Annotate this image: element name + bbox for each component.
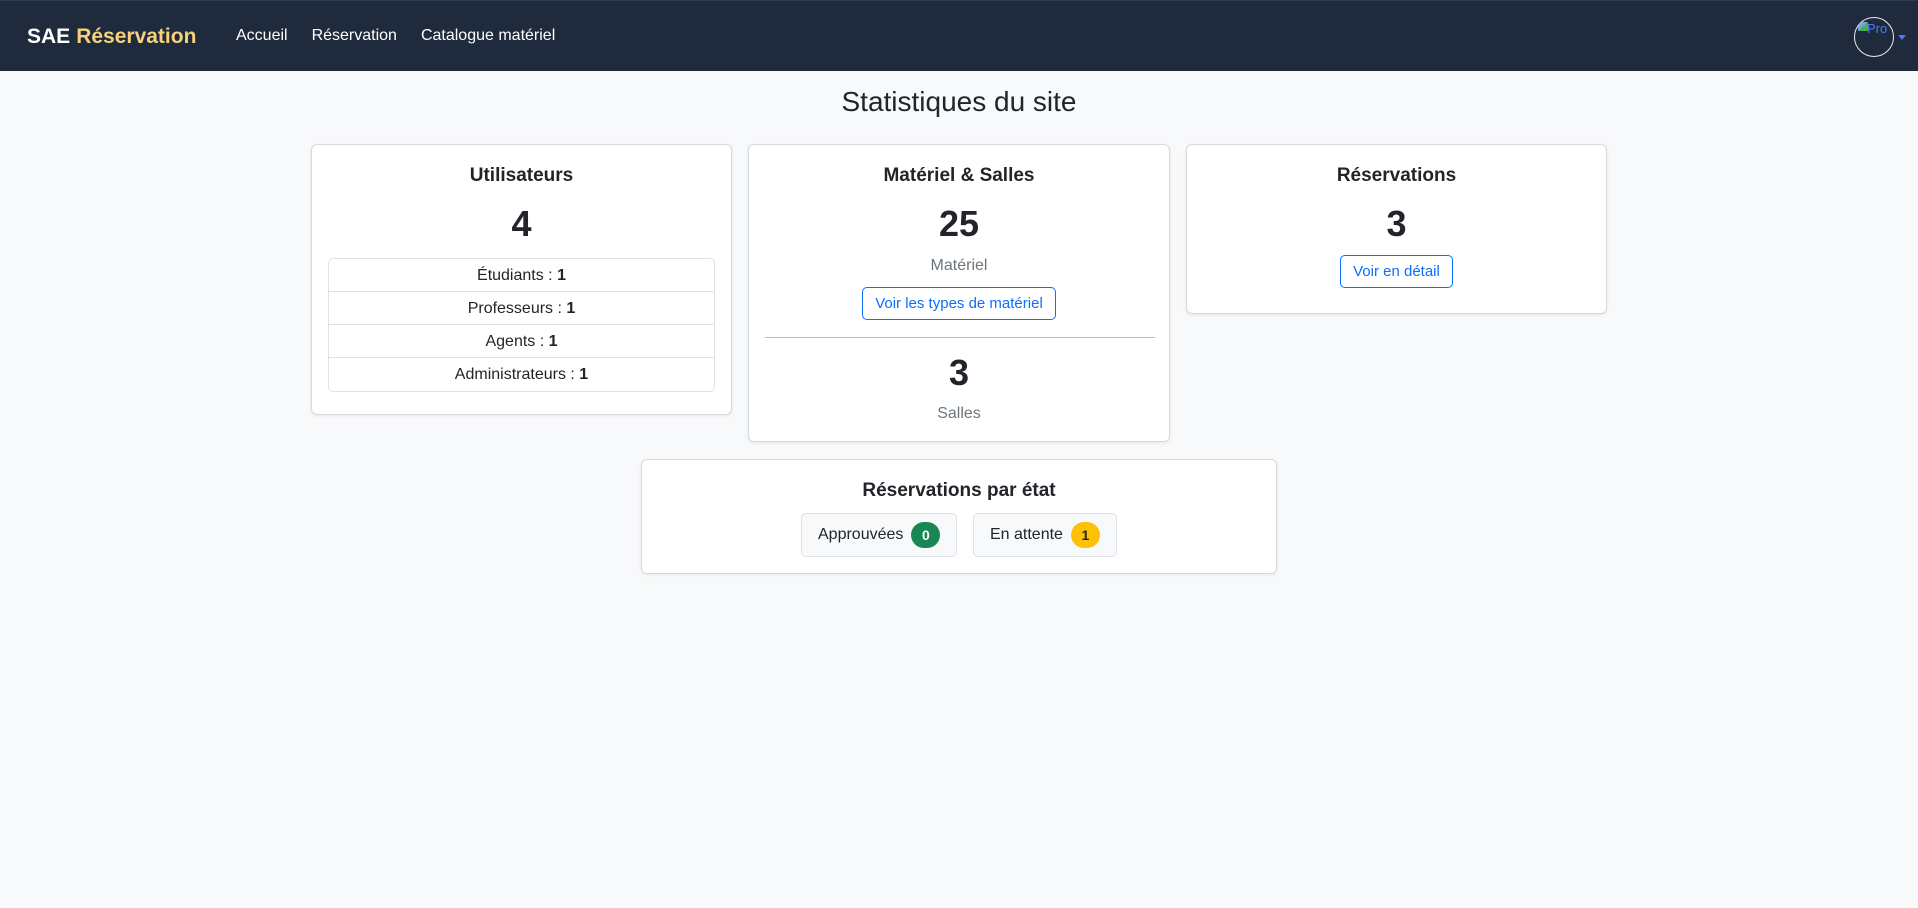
chevron-down-icon[interactable]	[1898, 34, 1906, 40]
materials-card: Matériel & Salles 25 Matériel Voir les t…	[748, 144, 1170, 442]
users-card: Utilisateurs 4 Étudiants : 1 Professeurs…	[311, 144, 732, 415]
pending-count-badge: 1	[1070, 522, 1100, 548]
approved-count-badge: 0	[911, 522, 941, 548]
divider	[765, 337, 1155, 338]
users-role-count: 1	[566, 300, 576, 317]
material-count: 25	[938, 203, 980, 244]
users-role-label: Administrateurs :	[454, 366, 580, 383]
pending-label: En attente	[990, 526, 1063, 543]
users-role-count: 1	[548, 333, 558, 350]
list-item: Professeurs : 1	[329, 292, 714, 325]
brand-prefix: SAE	[27, 25, 71, 48]
avatar-alt-text: Pro	[1867, 21, 1888, 36]
list-item: Étudiants : 1	[329, 259, 714, 292]
avatar[interactable]: Pro	[1854, 17, 1894, 57]
users-card-title: Utilisateurs	[469, 165, 574, 186]
list-item: Administrateurs : 1	[329, 358, 714, 391]
nav-link-catalogue[interactable]: Catalogue matériel	[421, 27, 555, 45]
approved-status-chip: Approuvées 0	[801, 513, 958, 557]
list-item: Agents : 1	[329, 325, 714, 358]
users-role-label: Professeurs :	[467, 300, 567, 317]
rooms-label: Salles	[937, 405, 981, 422]
page-title: Statistiques du site	[841, 86, 1077, 117]
users-total: 4	[511, 203, 532, 244]
state-card-title: Réservations par état	[862, 480, 1056, 501]
users-role-label: Agents :	[485, 333, 549, 350]
profile-menu[interactable]: Pro	[1854, 17, 1906, 57]
users-role-count: 1	[579, 366, 589, 383]
nav-link-reservation[interactable]: Réservation	[312, 27, 397, 45]
types-button-wrap: Voir les types de matériel	[749, 287, 1169, 320]
top-navbar: SAE Réservation Accueil Réservation Catal…	[0, 0, 1918, 71]
reservations-card: Réservations 3 Voir en détail	[1186, 144, 1607, 314]
users-role-count: 1	[557, 267, 566, 284]
rooms-count: 3	[948, 352, 970, 393]
brand-suffix: Réservation	[76, 25, 197, 48]
users-breakdown-list: Étudiants : 1 Professeurs : 1 Agents : 1…	[328, 258, 715, 392]
material-label: Matériel	[930, 257, 988, 274]
materials-card-title: Matériel & Salles	[883, 165, 1035, 186]
reservations-card-title: Réservations	[1336, 165, 1457, 186]
pending-status-chip: En attente 1	[973, 513, 1117, 557]
detail-button-wrap: Voir en détail	[1187, 255, 1606, 288]
nav-links: Accueil Réservation Catalogue matériel	[236, 27, 555, 45]
nav-link-accueil[interactable]: Accueil	[236, 27, 288, 45]
reservations-by-state-card: Réservations par état	[641, 459, 1277, 574]
users-role-label: Étudiants :	[477, 267, 558, 284]
view-details-button[interactable]: Voir en détail	[1340, 255, 1453, 288]
brand-logo[interactable]: SAE Réservation	[27, 25, 196, 49]
reservations-count: 3	[1386, 203, 1407, 244]
view-material-types-button[interactable]: Voir les types de matériel	[862, 287, 1056, 320]
approved-label: Approuvées	[818, 526, 904, 543]
